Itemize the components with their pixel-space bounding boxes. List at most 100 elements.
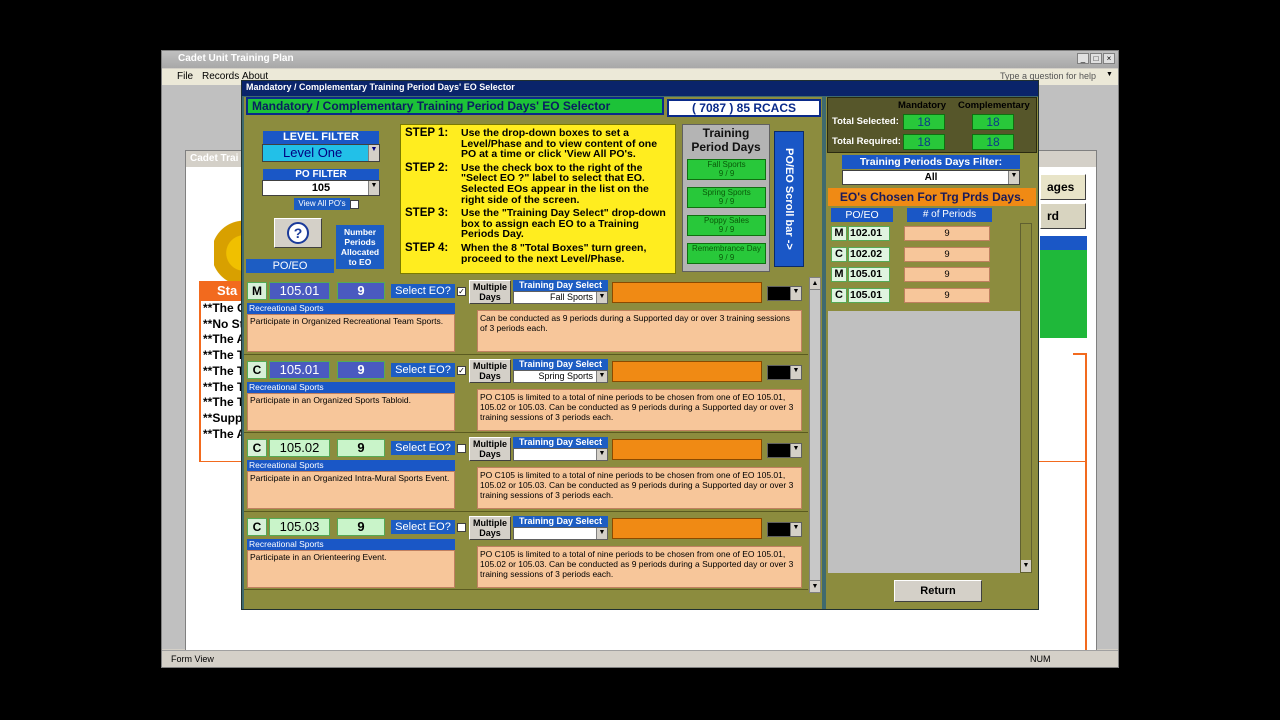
scroll-down-icon[interactable]: ▼ — [810, 580, 820, 592]
eo-list-scrollbar[interactable]: ▲ ▼ — [809, 277, 821, 593]
total-selected-complementary: 18 — [972, 114, 1014, 130]
multiple-days-button[interactable]: Multiple Days — [469, 358, 511, 383]
chevron-down-icon[interactable]: ▼ — [1008, 171, 1019, 184]
chevron-down-icon[interactable]: ▼ — [1106, 71, 1113, 78]
chevron-down-icon[interactable]: ▼ — [596, 449, 607, 460]
po-filter-label: PO FILTER — [263, 169, 379, 180]
minimize-icon[interactable]: _ — [1077, 53, 1089, 64]
level-filter-value: Level One — [283, 145, 343, 160]
tpd-filter-value: All — [924, 172, 938, 183]
status-form-view: Form View — [171, 654, 214, 664]
tpd-filter-select[interactable]: All ▼ — [842, 170, 1020, 185]
chosen-type: C — [831, 287, 847, 303]
multiple-days-button[interactable]: Multiple Days — [469, 437, 511, 461]
training-day-name: Poppy Sales — [704, 216, 749, 225]
eo-category: Recreational Sports — [247, 460, 455, 471]
chevron-down-icon[interactable]: ▼ — [790, 365, 801, 379]
training-day-select-label: Training Day Select — [513, 358, 608, 370]
training-day-select[interactable]: ▼ — [513, 448, 608, 461]
eo-type: C — [247, 360, 267, 379]
training-day-value: Fall Sports — [549, 292, 593, 302]
training-day-name: Remembrance Day — [692, 244, 761, 253]
chosen-row[interactable]: C 105.01 9 — [828, 285, 1020, 305]
chevron-down-icon[interactable]: ▼ — [596, 292, 607, 303]
eo-periods: 9 — [337, 282, 385, 300]
multiple-days-button[interactable]: Multiple Days — [469, 280, 511, 304]
chosen-list-scrollbar[interactable]: ▼ — [1020, 223, 1032, 573]
training-day-box: Remembrance Day 9 / 9 — [687, 243, 766, 264]
chosen-col-periods: # of Periods — [907, 208, 992, 222]
eo-category: Recreational Sports — [247, 303, 455, 314]
eo-periods: 9 — [337, 517, 385, 536]
level-filter-select[interactable]: Level One ▼ — [262, 144, 380, 162]
poeo-label: PO/EO — [246, 259, 334, 273]
menu-file[interactable]: File — [177, 71, 193, 82]
select-eo-label: Select EO? — [391, 284, 455, 298]
training-day-box: Spring Sports 9 / 9 — [687, 187, 766, 208]
help-icon: ? — [287, 222, 309, 244]
eo-list: M 105.01 9 Select EO? ✓ Multiple Days Training… — [244, 277, 808, 593]
chevron-down-icon[interactable]: ▼ — [596, 370, 607, 382]
chosen-row[interactable]: M 102.01 9 — [828, 223, 1020, 243]
eo-row: C 105.03 9 Select EO? Multiple Days Training … — [244, 513, 808, 590]
chosen-row[interactable]: C 102.02 9 — [828, 244, 1020, 264]
menu-records[interactable]: Records — [202, 71, 239, 82]
color-select[interactable]: ▼ — [767, 443, 802, 458]
app-title: Cadet Unit Training Plan — [178, 53, 294, 64]
multiple-days-button[interactable]: Multiple Days — [469, 515, 511, 540]
step-text: Use the check box to the right of the "S… — [461, 161, 649, 206]
training-day-select[interactable]: ▼ — [513, 526, 608, 540]
color-select[interactable]: ▼ — [767, 286, 802, 301]
select-eo-checkbox[interactable]: ✓ — [457, 365, 466, 375]
chevron-down-icon[interactable]: ▼ — [368, 145, 379, 161]
training-day-status — [612, 439, 762, 460]
select-eo-label: Select EO? — [391, 519, 455, 534]
po-filter-value: 105 — [311, 182, 331, 194]
eo-number: 105.02 — [269, 439, 330, 457]
select-eo-checkbox[interactable]: ✓ — [457, 287, 466, 296]
chevron-down-icon[interactable]: ▼ — [790, 444, 801, 457]
eo-selector-dialog: Mandatory / Complementary Training Perio… — [241, 80, 1039, 610]
record-button[interactable]: rd — [1040, 203, 1086, 229]
number-periods-label: Number Periods Allocated to EO — [336, 225, 384, 269]
maximize-icon[interactable]: □ — [1090, 53, 1102, 64]
scroll-down-icon[interactable]: ▼ — [1021, 560, 1031, 572]
step-number: STEP 3: — [405, 207, 449, 220]
step-number: STEP 1: — [405, 127, 449, 139]
total-required-complementary: 18 — [972, 134, 1014, 150]
mandatory-label: Mandatory — [898, 100, 947, 111]
chevron-down-icon[interactable]: ▼ — [596, 527, 607, 539]
chosen-eo: 102.02 — [848, 246, 890, 262]
view-all-checkbox[interactable] — [350, 200, 359, 209]
select-eo-checkbox[interactable] — [457, 522, 466, 532]
color-select[interactable]: ▼ — [767, 521, 802, 537]
return-button[interactable]: Return — [894, 580, 982, 602]
chosen-row[interactable]: M 105.01 9 — [828, 264, 1020, 284]
eo-title: Participate in Organized Recreational Te… — [247, 314, 455, 352]
training-day-status — [612, 517, 762, 539]
eo-note: PO C105 is limited to a total of nine pe… — [477, 467, 802, 509]
training-day-status — [612, 282, 762, 303]
chevron-down-icon[interactable]: ▼ — [368, 181, 379, 195]
eo-number: 105.03 — [269, 517, 330, 536]
chosen-list-empty-area — [828, 311, 1020, 573]
close-icon[interactable]: × — [1103, 53, 1115, 64]
scroll-up-icon[interactable]: ▲ — [810, 278, 820, 290]
dialog-title-bar: Mandatory / Complementary Training Perio… — [242, 81, 1038, 96]
po-filter-select[interactable]: 105 ▼ — [262, 180, 380, 196]
step-text: When the 8 "Total Boxes" turn green, pro… — [461, 241, 647, 265]
chosen-type: M — [831, 267, 847, 282]
pages-button[interactable]: ages — [1040, 174, 1086, 200]
chevron-down-icon[interactable]: ▼ — [790, 522, 801, 536]
app-title-bar: Cadet Unit Training Plan — [162, 51, 1118, 68]
color-select[interactable]: ▼ — [767, 364, 802, 380]
training-day-select[interactable]: Spring Sports ▼ — [513, 369, 608, 383]
select-eo-checkbox[interactable] — [457, 444, 466, 453]
training-day-name: Spring Sports — [702, 188, 751, 197]
chosen-eo: 105.01 — [848, 287, 890, 303]
training-day-select[interactable]: Fall Sports ▼ — [513, 291, 608, 304]
help-button[interactable]: ? — [274, 218, 322, 248]
eo-note: PO C105 is limited to a total of nine pe… — [477, 388, 802, 431]
chevron-down-icon[interactable]: ▼ — [790, 287, 801, 300]
eo-title: Participate in an Organized Intra-Mural … — [247, 471, 455, 509]
